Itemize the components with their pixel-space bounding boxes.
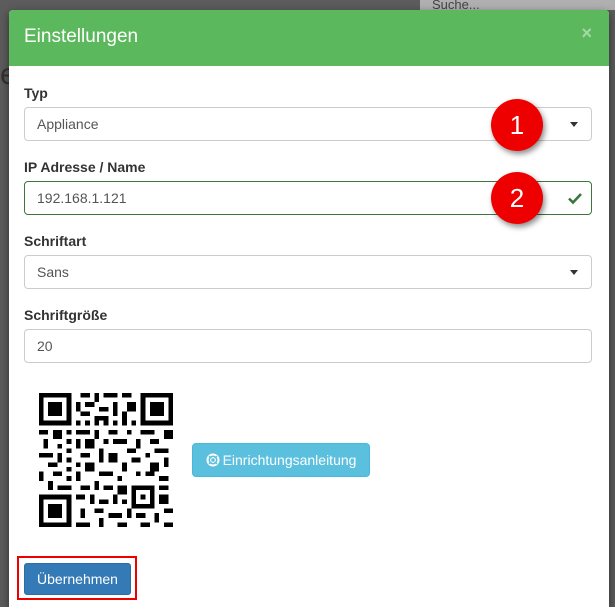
- close-icon[interactable]: ×: [581, 23, 592, 44]
- annotation-badge-1: 1: [491, 99, 543, 151]
- chevron-down-icon: [570, 122, 578, 127]
- qr-code: [39, 393, 173, 527]
- modal-title: Einstellungen: [24, 26, 139, 47]
- check-icon: [568, 193, 582, 205]
- lifebuoy-icon: [206, 453, 220, 467]
- ip-input-value: 192.168.1.121: [37, 190, 127, 206]
- annotation-badge-2: 2: [491, 172, 543, 224]
- typ-label: Typ: [24, 85, 48, 101]
- apply-button[interactable]: Übernehmen: [24, 563, 131, 595]
- schriftgroesse-label: Schriftgröße: [24, 307, 108, 323]
- chevron-down-icon: [570, 270, 578, 275]
- schriftart-select-value: Sans: [37, 264, 69, 280]
- typ-select-value: Appliance: [37, 116, 99, 132]
- schriftgroesse-input-value: 20: [37, 338, 53, 354]
- schriftart-select[interactable]: Sans: [24, 255, 592, 289]
- setup-guide-button-label: Einrichtungsanleitung: [222, 452, 357, 468]
- ip-label: IP Adresse / Name: [24, 159, 146, 175]
- setup-guide-button[interactable]: Einrichtungsanleitung: [192, 443, 370, 477]
- modal-header: Einstellungen ×: [9, 10, 609, 66]
- schriftgroesse-input[interactable]: 20: [24, 329, 592, 363]
- background-search-input: Suche...: [420, 0, 615, 10]
- schriftart-label: Schriftart: [24, 233, 87, 249]
